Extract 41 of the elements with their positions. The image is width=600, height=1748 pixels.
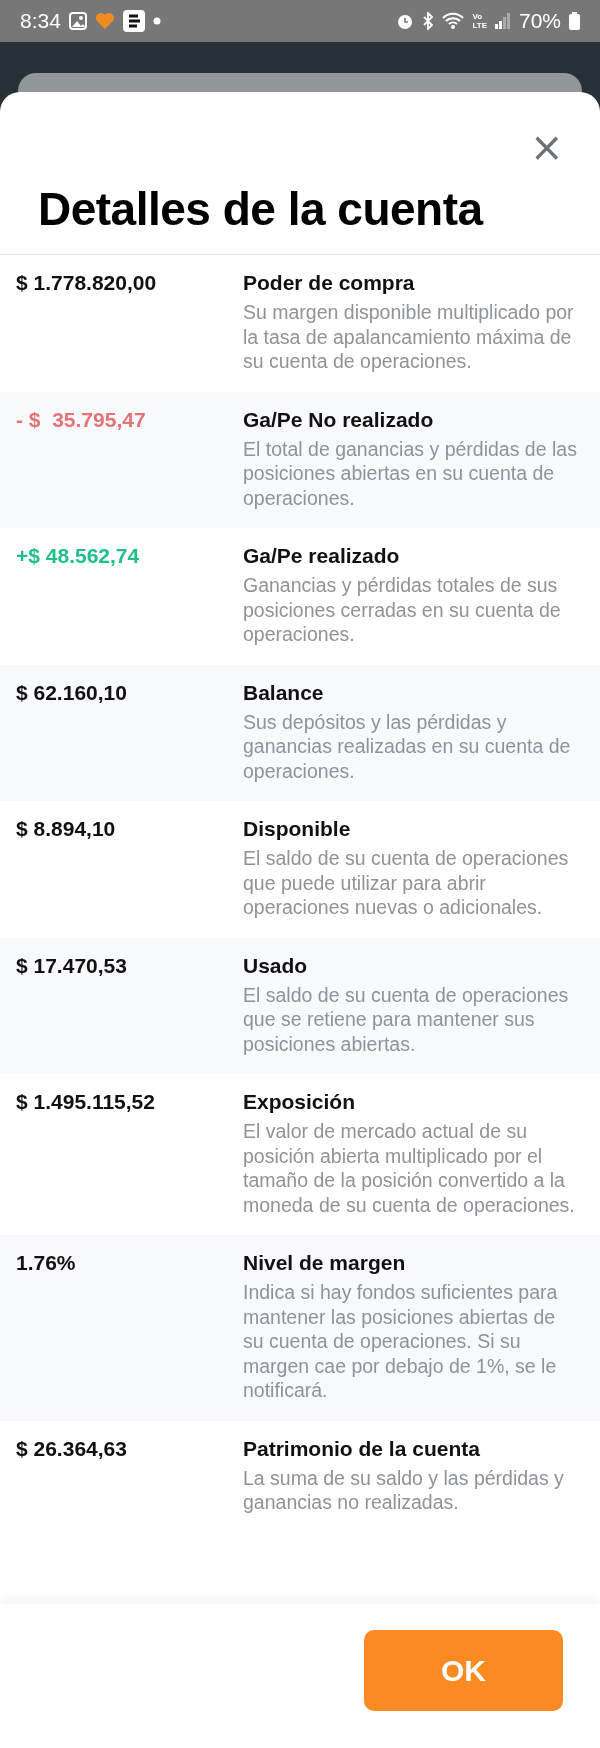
signal-icon bbox=[494, 13, 511, 29]
metric-description: Indica si hay fondos suficientes para mantener las posiciones abiertas de su cuenta de operaciones. Si su margen cae por debajo de 1%, se le notificará. bbox=[243, 1280, 559, 1403]
metric-description: El saldo de su cuenta de operaciones que se retiene para mantener sus posiciones abiertas. bbox=[243, 982, 570, 1056]
alarm-icon bbox=[396, 12, 415, 30]
metric-label: Nivel de margen bbox=[243, 1250, 407, 1276]
metric-label: Usado bbox=[243, 952, 309, 979]
battery-icon bbox=[569, 12, 580, 30]
sheet-title: Detalles de la cuenta bbox=[38, 182, 483, 236]
metric-label: Ga/Pe No realizado bbox=[243, 406, 435, 433]
close-button[interactable]: × bbox=[530, 132, 560, 162]
metric-description: El total de ganancias y pérdidas de las posiciones abiertas en su cuenta de operaciones. bbox=[243, 436, 578, 510]
amount-value: $ 1.778.820,00 bbox=[16, 270, 158, 296]
amount-value: $ 26.364,63 bbox=[16, 1435, 128, 1462]
metric-label: Exposición bbox=[243, 1089, 357, 1115]
metric-label: Balance bbox=[243, 679, 325, 706]
bluetooth-icon bbox=[422, 12, 435, 30]
metric-description: Ganancias y pérdidas totales de sus posiciones cerradas en su cuenta de operaciones. bbox=[243, 573, 562, 647]
amount-value: $ 1.495.115,52 bbox=[16, 1089, 156, 1115]
metric-label: Ga/Pe realizado bbox=[243, 543, 401, 569]
metric-label: Disponible bbox=[243, 816, 352, 842]
status-time: 8:34 bbox=[20, 9, 61, 33]
metric-description: El valor de mercado actual de su posición abierta multiplicado por el tamaño de la posición convertido a la moneda de su cuenta de operaciones. bbox=[243, 1119, 576, 1217]
wifi-icon bbox=[442, 12, 465, 30]
metric-description: Su margen disponible multiplicado por la tasa de apalancamiento máxima de su cuenta de operaciones. bbox=[243, 300, 575, 374]
metric-description: La suma de su saldo y las pérdidas y ganancias no realizadas. bbox=[243, 1465, 565, 1515]
volte-label: Vo LTE bbox=[472, 12, 487, 30]
metric-description: El saldo de su cuenta de operaciones que puede utilizar para abrir operaciones nuevas o adicionales. bbox=[243, 846, 570, 920]
app-icon bbox=[122, 10, 145, 32]
amount-value: 1.76% bbox=[16, 1250, 77, 1276]
dot-icon bbox=[152, 17, 161, 25]
gallery-icon bbox=[68, 12, 87, 30]
metric-description: Sus depósitos y las pérdidas y ganancias realizadas en su cuenta de operaciones. bbox=[243, 709, 572, 783]
amount-value: $ 8.894,10 bbox=[16, 816, 117, 842]
battery-percent: 70% bbox=[518, 9, 561, 33]
heart-icon bbox=[94, 12, 115, 30]
amount-value: $ 62.160,10 bbox=[16, 679, 128, 706]
metric-label: Poder de compra bbox=[243, 270, 416, 296]
metric-label: Patrimonio de la cuenta bbox=[243, 1435, 481, 1462]
amount-value: $ 17.470,53 bbox=[16, 952, 128, 979]
amount-value: +$ 48.562,74 bbox=[16, 543, 141, 569]
amount-value: - $ 35.795,47 bbox=[16, 406, 147, 433]
